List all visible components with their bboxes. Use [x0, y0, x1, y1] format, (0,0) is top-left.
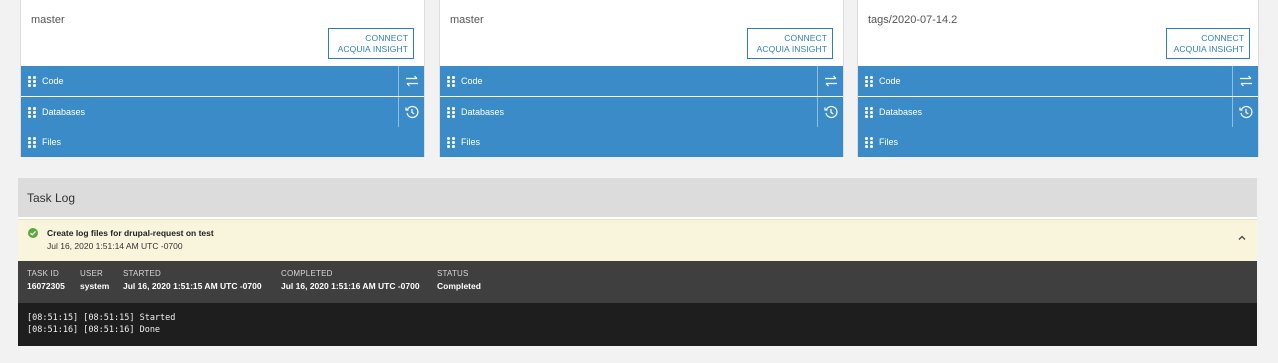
databases-row[interactable]: Databases	[440, 97, 843, 127]
branch-label: tags/2020-07-14.2	[868, 14, 958, 26]
swap-arrows-icon[interactable]	[1232, 66, 1258, 96]
databases-row[interactable]: Databases	[858, 97, 1258, 127]
history-icon[interactable]	[817, 97, 843, 127]
console-line: [08:51:15] [08:51:15] Started	[27, 313, 176, 323]
code-row[interactable]: Code	[858, 66, 1258, 96]
row-label: Files	[879, 137, 899, 147]
databases-row[interactable]: Databases	[21, 97, 424, 127]
drag-handle-icon[interactable]	[865, 107, 873, 118]
started-field: STARTED Jul 16, 2020 1:51:15 AM UTC -070…	[123, 269, 262, 291]
branch-label: master	[31, 14, 65, 26]
task-details: TASK ID 16072305 USER system STARTED Jul…	[18, 261, 1257, 303]
code-row[interactable]: Code	[440, 66, 843, 96]
user-field: USER system	[80, 269, 110, 291]
console-line: [08:51:16] [08:51:16] Done	[27, 325, 161, 335]
status-field: STATUS Completed	[437, 269, 481, 291]
swap-arrows-icon[interactable]	[817, 66, 843, 96]
completed-field: COMPLETED Jul 16, 2020 1:51:16 AM UTC -0…	[281, 269, 420, 291]
files-row[interactable]: Files	[21, 127, 424, 157]
drag-handle-icon[interactable]	[447, 137, 455, 148]
task-item[interactable]: Create log files for drupal-request on t…	[18, 219, 1257, 261]
row-label: Databases	[879, 107, 923, 117]
environment-card: tags/2020-07-14.2 CONNECT ACQUIA INSIGHT…	[857, 0, 1259, 157]
chevron-up-icon[interactable]	[1236, 231, 1248, 243]
drag-handle-icon[interactable]	[447, 107, 455, 118]
drag-handle-icon[interactable]	[865, 76, 873, 87]
row-label: Code	[42, 76, 64, 86]
connect-insight-button[interactable]: CONNECT ACQUIA INSIGHT	[747, 28, 833, 59]
drag-handle-icon[interactable]	[447, 76, 455, 87]
row-label: Files	[42, 137, 62, 147]
task-log-panel: Task Log Create log files for drupal-req…	[18, 178, 1257, 346]
files-row[interactable]: Files	[440, 127, 843, 157]
row-label: Code	[879, 76, 901, 86]
task-id-field: TASK ID 16072305	[27, 269, 65, 291]
connect-insight-button[interactable]: CONNECT ACQUIA INSIGHT	[1166, 28, 1250, 59]
row-label: Code	[461, 76, 483, 86]
branch-label: master	[450, 14, 484, 26]
task-title: Create log files for drupal-request on t…	[47, 228, 214, 238]
task-console-output: [08:51:15] [08:51:15] Started [08:51:16]…	[18, 303, 1257, 346]
row-label: Files	[461, 137, 481, 147]
drag-handle-icon[interactable]	[28, 107, 36, 118]
row-label: Databases	[461, 107, 505, 117]
task-date: Jul 16, 2020 1:51:14 AM UTC -0700	[47, 241, 183, 251]
files-row[interactable]: Files	[858, 127, 1258, 157]
check-circle-icon	[28, 228, 38, 238]
code-row[interactable]: Code	[21, 66, 424, 96]
task-log-heading: Task Log	[18, 178, 1257, 217]
swap-arrows-icon[interactable]	[398, 66, 424, 96]
drag-handle-icon[interactable]	[865, 137, 873, 148]
environment-card: master CONNECT ACQUIA INSIGHT Code Datab…	[439, 0, 844, 157]
drag-handle-icon[interactable]	[28, 76, 36, 87]
history-icon[interactable]	[398, 97, 424, 127]
connect-insight-button[interactable]: CONNECT ACQUIA INSIGHT	[328, 28, 414, 59]
drag-handle-icon[interactable]	[28, 137, 36, 148]
environment-card: master CONNECT ACQUIA INSIGHT Code Datab…	[20, 0, 425, 157]
history-icon[interactable]	[1232, 97, 1258, 127]
row-label: Databases	[42, 107, 86, 117]
